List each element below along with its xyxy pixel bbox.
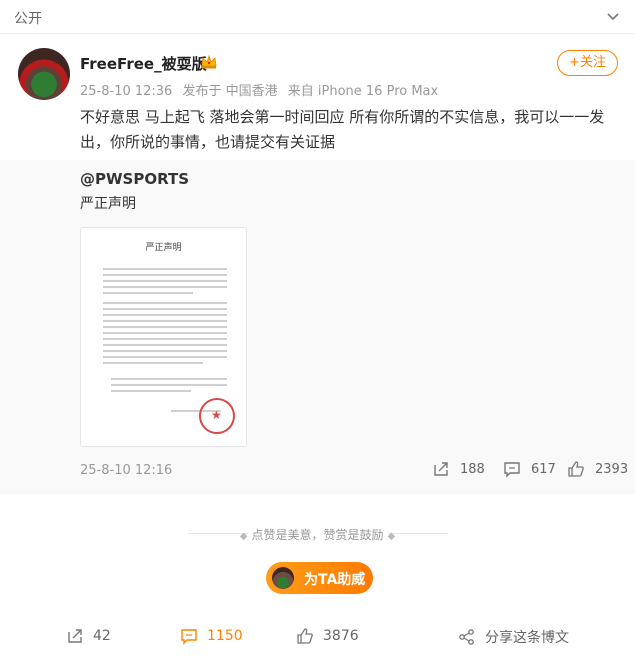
share-count: 42 <box>93 628 111 644</box>
reward-tip: ◆ 点赞是美意，赞赏是鼓励 ◆ <box>239 528 396 542</box>
repost-like-value: 2393 <box>595 461 629 477</box>
share-post-button[interactable]: 分享这条博文 <box>458 627 569 647</box>
share-button[interactable]: 42 <box>66 627 111 645</box>
chevron-down-icon[interactable] <box>605 8 621 24</box>
boost-button[interactable]: 为TA助威 <box>266 562 373 594</box>
repost-share-value: 188 <box>460 461 485 477</box>
share-icon <box>68 629 82 643</box>
like-count: 3876 <box>323 628 359 644</box>
boost-label: 为TA助威 <box>304 572 366 588</box>
avatar[interactable] <box>18 48 70 100</box>
post-location: 发布于 中国香港 <box>182 84 278 99</box>
crown-badge-icon <box>201 54 217 69</box>
action-bar: 42 1150 3876 分享这条博文 <box>0 615 635 658</box>
post-device: 来自 iPhone 16 Pro Max <box>287 84 439 99</box>
repost-card[interactable]: @PWSPORTS 严正声明 严正声明 ★ 25-8-10 12:16 188 <box>0 160 635 494</box>
thumbs-up-icon <box>568 461 584 477</box>
repost-timestamp[interactable]: 25-8-10 12:16 <box>80 463 172 478</box>
share-post-label: 分享这条博文 <box>485 630 569 646</box>
boost-avatar <box>272 567 294 589</box>
comment-icon <box>181 629 197 645</box>
visibility-bar: 公开 <box>0 0 635 34</box>
repost-like-count[interactable]: 2393 <box>567 460 628 478</box>
visibility-label: 公开 <box>14 11 42 27</box>
statement-image-title: 严正声明 <box>145 243 182 253</box>
comment-count: 1150 <box>207 628 243 644</box>
repost-comment-value: 617 <box>531 461 556 477</box>
post-meta: 25-8-10 12:36 发布于 中国香港 来自 iPhone 16 Pro … <box>80 80 444 99</box>
thumbs-up-icon <box>297 628 313 644</box>
repost-comment-count[interactable]: 617 <box>503 460 556 478</box>
reward-tip-text: 点赞是美意，赞赏是鼓励 <box>251 528 384 542</box>
post-timestamp[interactable]: 25-8-10 12:36 <box>80 84 172 99</box>
share-icon <box>434 462 448 476</box>
comment-icon <box>504 462 520 478</box>
follow-button[interactable]: +关注 <box>557 50 618 76</box>
seal-star-icon: ★ <box>211 408 222 422</box>
repost-text: 严正声明 <box>80 196 136 212</box>
comment-button[interactable]: 1150 <box>180 627 243 645</box>
post-text: 不好意思 马上起飞 落地会第一时间回应 所有你所谓的不实信息，我可以一一发出，你… <box>80 108 605 151</box>
statement-image[interactable]: 严正声明 ★ <box>80 227 247 447</box>
like-button[interactable]: 3876 <box>296 627 359 645</box>
share-nodes-icon <box>459 629 474 645</box>
username[interactable]: FreeFree_被耍版 <box>80 53 207 74</box>
repost-author[interactable]: @PWSPORTS <box>80 170 189 188</box>
repost-share-count[interactable]: 188 <box>432 460 485 478</box>
